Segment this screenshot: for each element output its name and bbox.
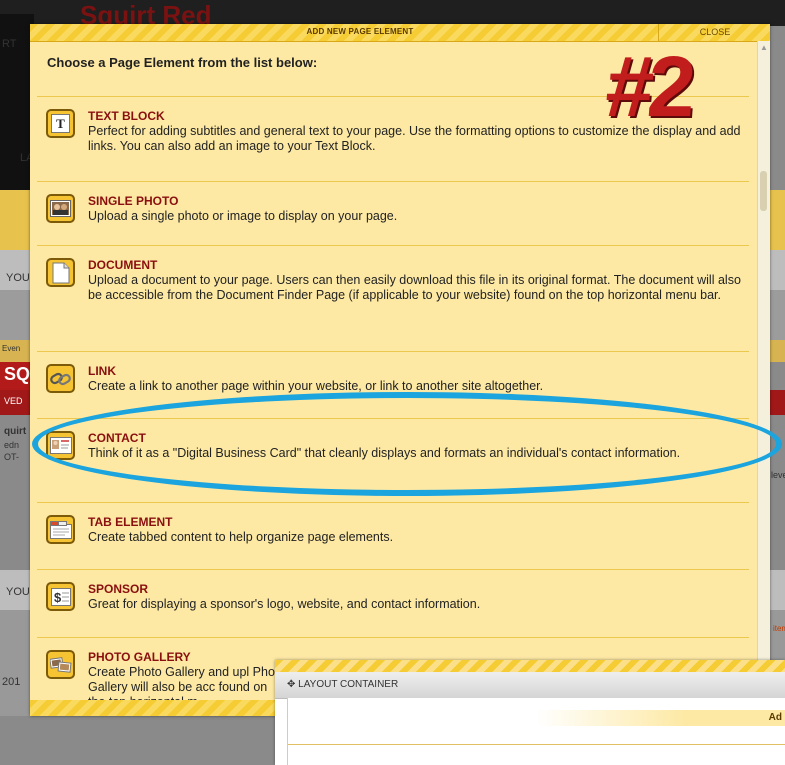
background-text: item (773, 624, 785, 633)
element-option-document[interactable]: DOCUMENT Upload a document to your page.… (37, 245, 749, 352)
modal-intro: Choose a Page Element from the list belo… (47, 55, 318, 70)
element-description: Create Photo Gallery and upl Photo Galle… (88, 665, 286, 701)
annotation-step-label: #2 (602, 39, 694, 135)
background-text: YOU (6, 586, 30, 598)
background-header: Squirt Red (0, 0, 785, 30)
tab-element-icon (46, 515, 75, 544)
layout-container-stripe (275, 660, 785, 672)
layout-container-header[interactable]: ✥ LAYOUT CONTAINER (275, 672, 785, 699)
element-description: Great for displaying a sponsor's logo, w… (88, 597, 481, 611)
element-description: Upload a single photo or image to displa… (88, 209, 398, 223)
element-name: TAB ELEMENT (88, 515, 173, 529)
single-photo-icon (46, 194, 75, 223)
background-text: 201 (2, 676, 21, 688)
background-text: OT- (4, 452, 19, 462)
background-text: quirt (4, 426, 27, 437)
link-icon (46, 364, 75, 393)
element-name: SPONSOR (88, 582, 149, 596)
add-element-label[interactable]: Ad (769, 712, 782, 723)
element-option-single-photo[interactable]: SINGLE PHOTO Upload a single photo or im… (37, 181, 749, 246)
layout-container-title: ✥ LAYOUT CONTAINER (287, 679, 398, 690)
add-element-bar[interactable]: Ad (536, 710, 785, 726)
background-text: edn (4, 440, 20, 450)
move-icon[interactable]: ✥ (287, 679, 295, 690)
background-text: Even (2, 344, 21, 353)
element-name: SINGLE PHOTO (88, 194, 179, 208)
layout-divider (288, 744, 785, 745)
element-name: TEXT BLOCK (88, 109, 165, 123)
layout-container-title-text: LAYOUT CONTAINER (298, 679, 399, 690)
annotation-highlight-ellipse (32, 392, 782, 496)
element-name: LINK (88, 364, 116, 378)
background-text: YOU (6, 272, 30, 284)
element-name: PHOTO GALLERY (88, 650, 191, 664)
element-name: DOCUMENT (88, 258, 158, 272)
element-description: Upload a document to your page. Users ca… (88, 273, 741, 302)
photo-gallery-icon (46, 650, 75, 679)
text-block-icon: T (46, 109, 75, 138)
modal-scrollbar[interactable]: ▲ (757, 41, 770, 700)
element-option-tab-element[interactable]: TAB ELEMENT Create tabbed content to hel… (37, 502, 749, 570)
document-icon (46, 258, 75, 287)
sponsor-icon: $ (46, 582, 75, 611)
element-option-sponsor[interactable]: $ SPONSOR Great for displaying a sponsor… (37, 569, 749, 638)
scroll-up-icon[interactable]: ▲ (760, 43, 768, 52)
scrollbar-thumb[interactable] (760, 171, 767, 211)
background-text: RT (2, 38, 17, 50)
element-description: Create tabbed content to help organize p… (88, 530, 394, 544)
svg-text:$: $ (54, 590, 62, 605)
layout-container-panel: ✥ LAYOUT CONTAINER Ad (275, 660, 785, 765)
background-text: leve (771, 470, 785, 480)
background-text: VED (4, 396, 23, 406)
modal-title: ADD NEW PAGE ELEMENT (306, 27, 414, 36)
layout-container-body: Ad (287, 698, 785, 765)
